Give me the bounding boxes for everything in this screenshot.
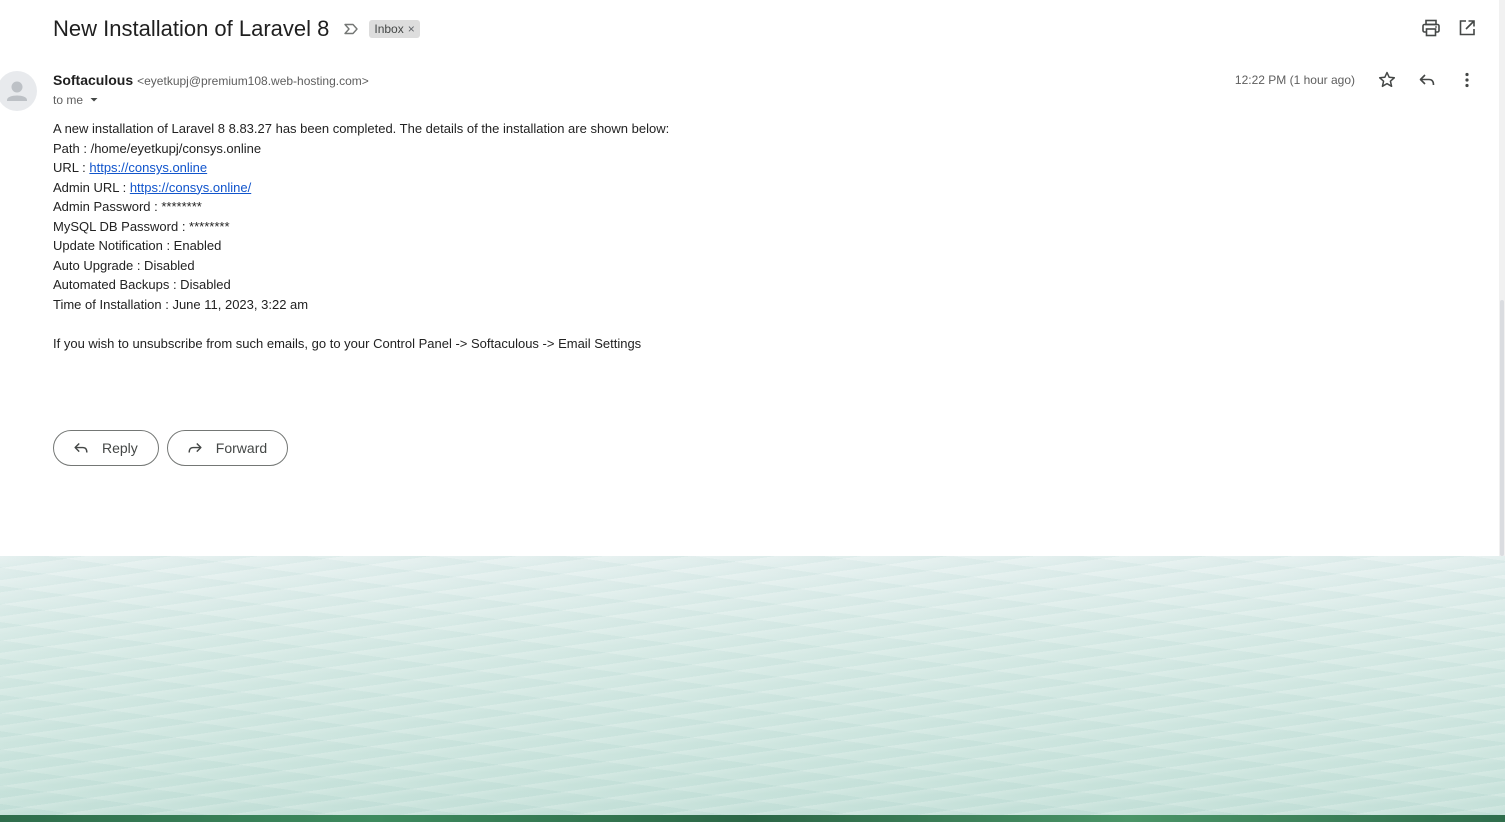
- body-admin-url-line: Admin URL : https://consys.online/: [53, 178, 669, 198]
- admin-url-link[interactable]: https://consys.online/: [130, 180, 251, 195]
- forward-icon: [188, 442, 202, 453]
- subject-row: New Installation of Laravel 8 Inbox ×: [53, 14, 420, 44]
- url-label: URL :: [53, 160, 90, 175]
- sender-name[interactable]: Softaculous: [53, 72, 133, 88]
- admin-url-label: Admin URL :: [53, 179, 130, 195]
- body-unsubscribe: If you wish to unsubscribe from such ema…: [53, 335, 642, 351]
- forward-button[interactable]: Forward: [166, 430, 289, 466]
- label-chip-text: Inbox: [374, 22, 404, 36]
- person-avatar-icon: [7, 81, 27, 101]
- open-in-new-window-icon[interactable]: [1457, 18, 1477, 38]
- star-icon[interactable]: [1377, 70, 1397, 90]
- scrollbar-thumb[interactable]: [1500, 300, 1504, 556]
- reply-forward-row: Reply Forward: [53, 430, 289, 466]
- reply-button[interactable]: Reply: [53, 430, 159, 466]
- reply-icon: [74, 442, 88, 453]
- sender-row: Softaculous <eyetkupj@premium108.web-hos…: [53, 72, 369, 88]
- importance-marker-icon[interactable]: [343, 21, 359, 37]
- forward-button-label: Forward: [215, 440, 268, 456]
- email-subject: New Installation of Laravel 8: [53, 16, 330, 41]
- sender-avatar[interactable]: [0, 71, 37, 111]
- remove-label-icon[interactable]: ×: [408, 22, 415, 36]
- body-path: Path : /home/eyetkupj/consys.online: [53, 140, 262, 156]
- sender-email: <eyetkupj@premium108.web-hosting.com>: [137, 74, 369, 88]
- email-view-panel: New Installation of Laravel 8 Inbox × So…: [0, 0, 1499, 556]
- body-mysql-password: MySQL DB Password : ********: [53, 218, 230, 234]
- background-wallpaper: [0, 556, 1505, 822]
- body-admin-password: Admin Password : ********: [53, 199, 202, 214]
- reply-icon[interactable]: [1417, 70, 1437, 90]
- recipient-details-toggle[interactable]: to me: [53, 93, 101, 107]
- more-vert-icon[interactable]: [1457, 70, 1477, 90]
- body-auto-upgrade: Auto Upgrade : Disabled: [53, 257, 195, 273]
- reply-button-label: Reply: [102, 440, 138, 456]
- body-url-line: URL : https://consys.online: [53, 158, 669, 178]
- message-actions: 12:22 PM (1 hour ago): [1235, 70, 1477, 90]
- recipient-text: to me: [53, 93, 84, 107]
- wallpaper-bottom-band: [0, 815, 1505, 822]
- message-timestamp: 12:22 PM (1 hour ago): [1234, 73, 1355, 87]
- thread-actions: [1421, 18, 1477, 38]
- scrollbar[interactable]: [1499, 0, 1505, 556]
- body-update-notification: Update Notification : Enabled: [53, 238, 222, 253]
- email-body: A new installation of Laravel 8 8.83.27 …: [53, 119, 669, 353]
- inbox-label-chip[interactable]: Inbox ×: [369, 20, 420, 38]
- caret-down-icon: [90, 98, 98, 102]
- body-intro: A new installation of Laravel 8 8.83.27 …: [53, 121, 670, 136]
- body-automated-backups: Automated Backups : Disabled: [53, 277, 231, 292]
- body-install-time: Time of Installation : June 11, 2023, 3:…: [53, 296, 309, 312]
- url-link[interactable]: https://consys.online: [89, 160, 207, 175]
- print-icon[interactable]: [1421, 18, 1441, 38]
